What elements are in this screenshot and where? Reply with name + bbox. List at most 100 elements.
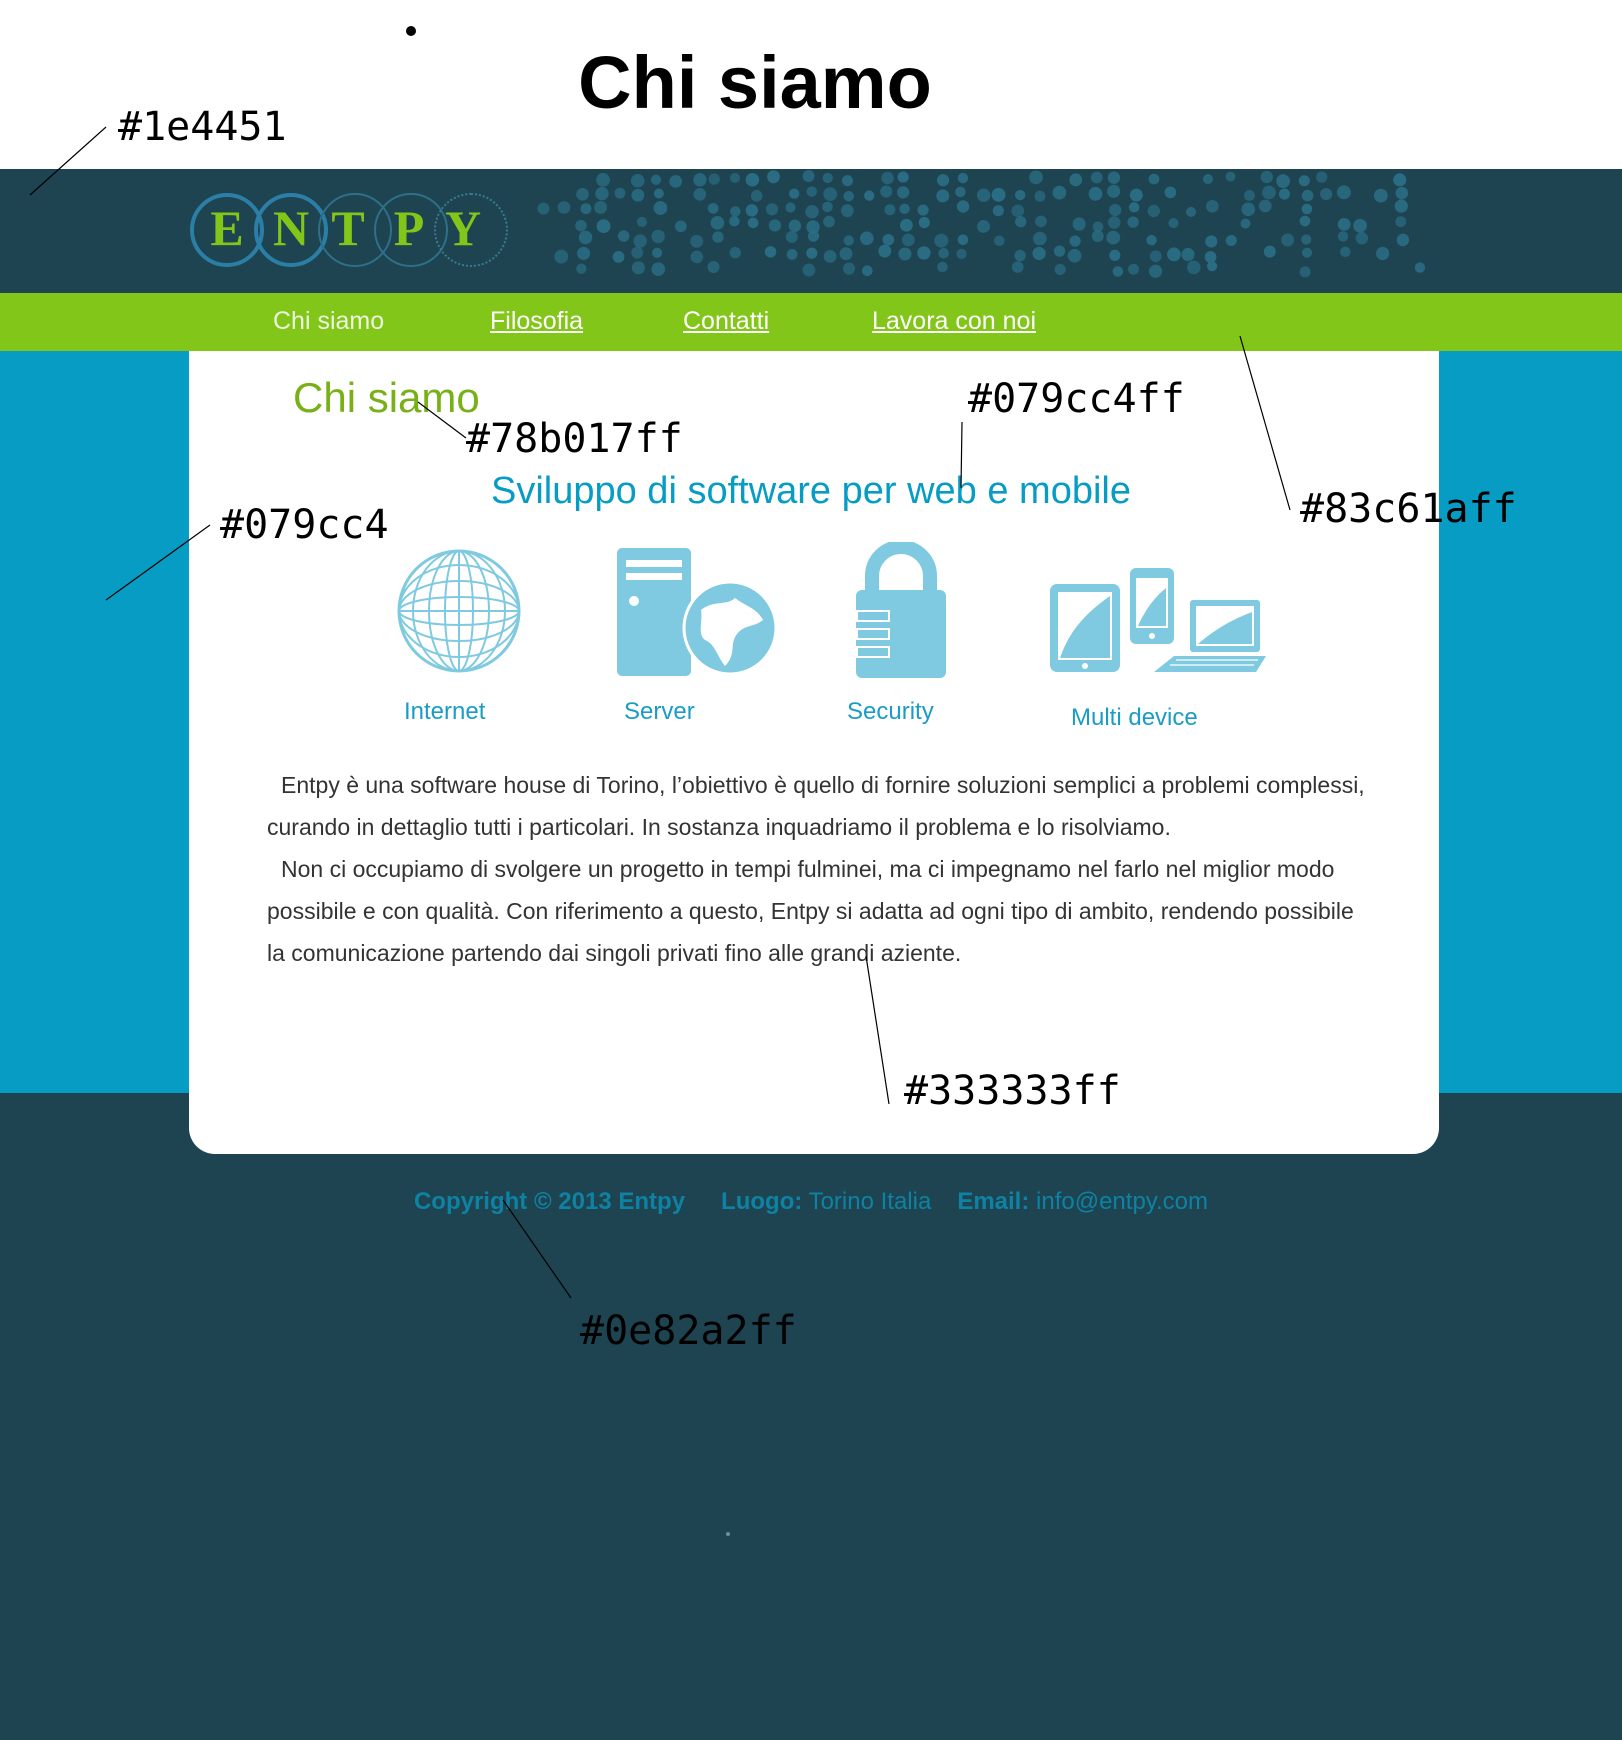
header-dot [1301, 234, 1312, 245]
nav-item-contatti[interactable]: Contatti [683, 307, 769, 336]
header-dot [843, 235, 854, 246]
header-dot [1373, 188, 1388, 203]
header-dot [805, 205, 819, 219]
header-dot [882, 234, 895, 246]
annotation-subtitle-color: #079cc4ff [968, 376, 1185, 422]
header-dot [899, 218, 913, 232]
header-dot [1032, 246, 1046, 261]
footer-email-link[interactable]: info@entpy.com [1036, 1188, 1208, 1215]
header-dot [1376, 246, 1390, 261]
header-dot [841, 175, 854, 187]
header-dot [1299, 215, 1311, 227]
footer-place-value: Torino Italia [808, 1188, 932, 1215]
header-dot [899, 203, 910, 215]
header-dot [1186, 206, 1197, 217]
nav-item-chi-siamo[interactable]: Chi siamo [273, 307, 384, 336]
bullet-dot [406, 26, 416, 36]
header-dot [576, 187, 589, 201]
header-dot [596, 172, 610, 187]
header-dot [994, 235, 1005, 247]
header-dot [1148, 173, 1160, 185]
header-dot [729, 215, 740, 227]
nav-item-lavora-con-noi[interactable]: Lavora con noi [872, 307, 1036, 336]
header-dot [747, 217, 759, 229]
header-dot [991, 187, 1006, 202]
header-dot [1072, 217, 1086, 231]
header-dot [1129, 188, 1143, 202]
header-dot [650, 174, 662, 185]
header-dot [578, 230, 593, 245]
header-dot [901, 233, 915, 247]
header-dot [690, 250, 704, 264]
header-dot [1241, 202, 1256, 217]
header-dot [807, 230, 820, 242]
annotation-nav-color: #83c61aff [1300, 486, 1517, 532]
header-dot [712, 231, 724, 243]
header-dot [1298, 175, 1310, 187]
header-dot [750, 189, 763, 202]
header-dot [1181, 247, 1195, 262]
annotation-heading-color: #78b017ff [466, 416, 683, 462]
header-dot [861, 265, 873, 277]
header-dot [1053, 245, 1066, 257]
header-dot [878, 244, 892, 258]
header-dot [1069, 173, 1083, 187]
header-dot [1340, 246, 1351, 257]
globe-icon [397, 549, 521, 673]
header-dot [956, 248, 967, 260]
feature-label-server: Server [624, 698, 695, 725]
header-dot [554, 249, 569, 264]
header-dot [1301, 203, 1313, 215]
header-dot [1069, 235, 1081, 247]
header-dot [1353, 218, 1367, 233]
header-dot [976, 188, 991, 203]
header-dot [1109, 249, 1121, 261]
header-dot [956, 200, 970, 213]
header-dot [577, 246, 591, 260]
header-dot [693, 188, 707, 201]
footer-place-label: Luogo: [721, 1188, 803, 1215]
header-dot [1107, 171, 1121, 184]
header-dot [880, 185, 893, 198]
header-dot [653, 188, 664, 199]
header-dot [1205, 235, 1218, 248]
header-dot [765, 203, 779, 216]
feature-label-multi-device: Multi device [1071, 704, 1198, 731]
header-dot [859, 231, 874, 246]
decorative-dot [726, 1532, 730, 1536]
header-dot [957, 172, 969, 184]
header-dot [1029, 170, 1043, 185]
header-dot [842, 262, 856, 275]
header-dot [1128, 263, 1140, 275]
header-dot [1394, 199, 1408, 213]
header-dot [693, 173, 707, 187]
header-dot [1090, 171, 1103, 184]
entpy-logo[interactable]: E N T P Y [190, 193, 520, 277]
footer-copyright: Copyright © 2013 Entpy [413, 1188, 686, 1215]
header-dot [1316, 171, 1328, 183]
site-header: E N T P Y [0, 169, 1622, 293]
nav-item-filosofia[interactable]: Filosofia [490, 307, 583, 336]
header-dot [1054, 263, 1066, 276]
header-dot [977, 219, 990, 233]
header-dot [806, 247, 818, 259]
header-dot [653, 201, 668, 215]
header-dot [1127, 216, 1139, 228]
header-dot [1299, 266, 1311, 278]
header-dot [822, 172, 833, 184]
header-dot [631, 246, 644, 259]
header-dot [1320, 188, 1333, 201]
about-paragraph: Non ci occupiamo di svolgere un progetto… [267, 856, 1354, 966]
header-dot [1067, 248, 1082, 263]
devices-icon [1050, 568, 1266, 672]
header-dot [785, 202, 796, 213]
header-dot [1167, 247, 1181, 262]
header-dot [917, 246, 931, 260]
header-dot [897, 186, 910, 199]
annotation-band-color: #079cc4 [220, 502, 389, 548]
header-dot [785, 230, 798, 243]
header-dot [823, 215, 835, 228]
header-dot [840, 204, 854, 218]
header-dot [1015, 189, 1026, 201]
header-dot [631, 261, 645, 275]
